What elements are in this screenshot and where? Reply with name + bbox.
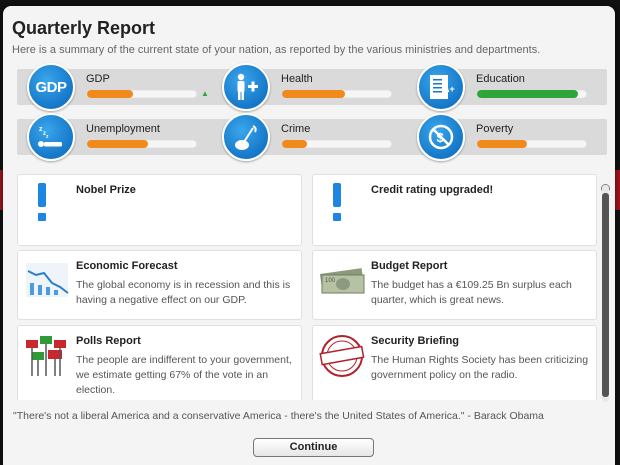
- stat-bar: [87, 90, 197, 98]
- stat-bar-fill: [477, 90, 579, 98]
- money-icon: 100: [319, 257, 365, 305]
- stat-bar-fill: [87, 90, 134, 98]
- card-title: Credit rating upgraded!: [371, 184, 494, 196]
- scrollbar[interactable]: [602, 185, 609, 402]
- stat-bar-fill: [477, 140, 527, 148]
- card-body: The Human Rights Society has been critic…: [371, 354, 589, 381]
- gdp-icon: GDP: [27, 63, 75, 111]
- card-title: Security Briefing: [371, 335, 460, 347]
- card-economic-forecast[interactable]: Economic Forecast The global economy is …: [17, 250, 302, 320]
- stat-label: Unemployment: [86, 123, 160, 135]
- svg-text:100: 100: [325, 278, 336, 284]
- card-body: The people are indifferent to your gover…: [76, 354, 292, 396]
- card-title: Economic Forecast: [76, 260, 178, 272]
- card-title: Polls Report: [76, 335, 141, 347]
- card-body: The budget has a €109.25 Bn surplus each…: [371, 279, 572, 306]
- stat-bar-fill: [87, 140, 148, 148]
- card-title: Nobel Prize: [76, 184, 136, 196]
- chart-icon: [24, 257, 70, 305]
- quarterly-report-dialog: Quarterly Report Here is a summary of th…: [3, 6, 615, 465]
- stat-bar: [282, 90, 392, 98]
- stat-label: Education: [476, 73, 525, 85]
- classified-stamp-icon: [319, 332, 365, 380]
- card-budget-report[interactable]: 100 Budget Report The budget has a €109.…: [312, 250, 597, 320]
- stats-row-1: GDP GDP ▲ Health A+ Education: [17, 63, 607, 111]
- card-title: Budget Report: [371, 260, 448, 272]
- card-credit-rating[interactable]: Credit rating upgraded!: [312, 174, 597, 246]
- stat-label: Health: [281, 73, 313, 85]
- scrollbar-thumb[interactable]: [602, 193, 609, 397]
- poll-signs-icon: [24, 332, 70, 380]
- exclamation-icon: [319, 181, 365, 229]
- page-subtitle: Here is a summary of the current state o…: [12, 44, 541, 56]
- svg-text:$: $: [437, 130, 445, 145]
- page-title: Quarterly Report: [12, 18, 156, 38]
- card-security-briefing[interactable]: Security Briefing The Human Rights Socie…: [312, 325, 597, 400]
- stat-label: Crime: [281, 123, 311, 135]
- svg-text:z: z: [46, 134, 49, 140]
- report-cards-list[interactable]: Nobel Prize Credit rating upgraded! Econ…: [17, 174, 600, 400]
- poverty-icon: $: [417, 113, 465, 161]
- stat-bar-fill: [282, 90, 345, 98]
- education-icon: A+: [417, 63, 465, 111]
- card-polls-report[interactable]: Polls Report The people are indifferent …: [17, 325, 302, 400]
- crime-icon: [222, 113, 270, 161]
- svg-text:A+: A+: [443, 84, 455, 94]
- card-nobel-prize[interactable]: Nobel Prize: [17, 174, 302, 246]
- quote-text: "There's not a liberal America and a con…: [13, 410, 544, 422]
- continue-button[interactable]: Continue: [253, 438, 374, 457]
- stat-bar: [87, 140, 197, 148]
- exclamation-icon: [24, 181, 70, 229]
- trend-up-icon: ▲: [201, 89, 209, 98]
- stat-bar: [282, 140, 392, 148]
- card-body: The global economy is in recession and t…: [76, 279, 291, 306]
- unemployment-icon: z z z: [27, 113, 75, 161]
- stats-row-2: z z z Unemployment Crime $ Poverty: [17, 113, 607, 161]
- stat-bar: [477, 140, 587, 148]
- health-icon: [222, 63, 270, 111]
- stat-label: Poverty: [476, 123, 514, 135]
- stat-bar: [477, 90, 587, 98]
- stat-label: GDP: [86, 73, 110, 85]
- stat-bar-fill: [282, 140, 308, 148]
